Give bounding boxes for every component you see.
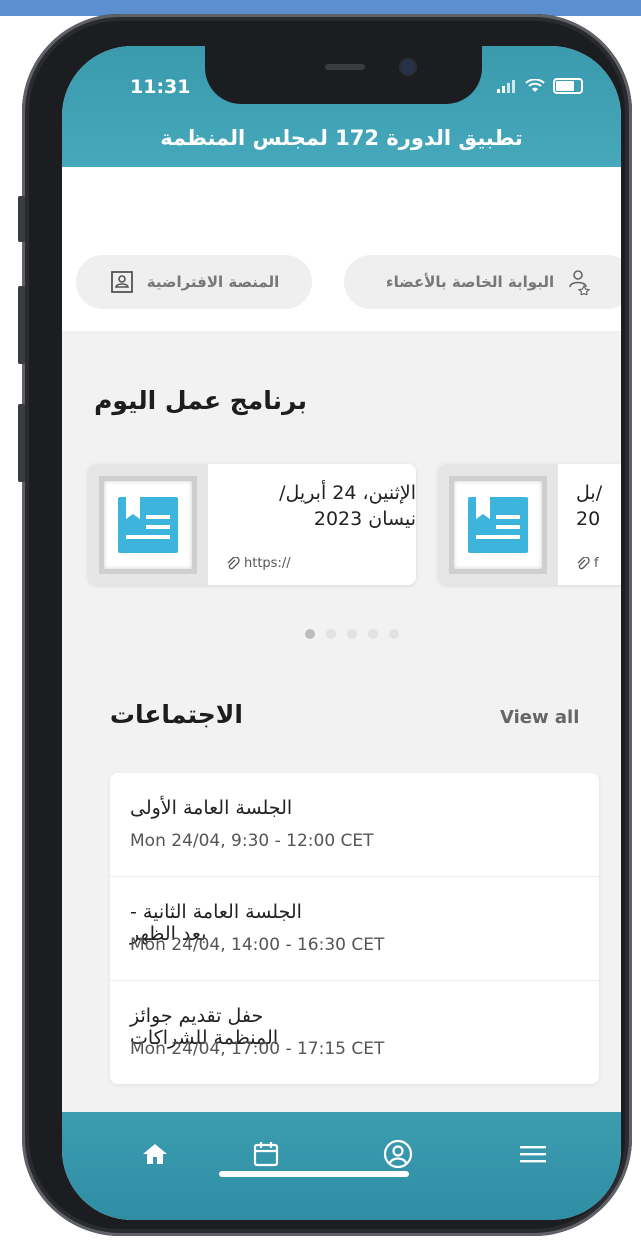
program-link-partial[interactable]: f: [576, 556, 599, 571]
volume-up-button: [18, 286, 25, 364]
phone-frame: 11:31 تطبيق الدورة 172 لمجلس المنظمة الب…: [18, 14, 632, 1236]
phone-notch: [205, 46, 482, 104]
carousel-pager: [305, 629, 399, 639]
meeting-item[interactable]: الجلسة العامة الثانية - بعد الظهر Mon 24…: [110, 877, 599, 981]
program-card[interactable]: الإثنين، 24 أبريل/ نيسان 2023 https://: [88, 464, 416, 585]
pager-dot[interactable]: [326, 629, 336, 639]
bottom-nav: [62, 1112, 621, 1220]
menu-icon: [520, 1146, 546, 1163]
pager-dot[interactable]: [347, 629, 357, 639]
meetings-list: الجلسة العامة الأولى Mon 24/04, 9:30 - 1…: [110, 773, 599, 1084]
status-icons: [497, 78, 583, 94]
pager-dot[interactable]: [305, 629, 315, 639]
program-link-text: https://: [244, 556, 291, 571]
program-card-partial[interactable]: بل/ 20 f: [438, 464, 621, 585]
home-indicator[interactable]: [219, 1171, 409, 1177]
id-card-icon: [110, 271, 133, 293]
nav-menu[interactable]: [513, 1134, 553, 1174]
pager-dot[interactable]: [368, 629, 378, 639]
signal-icon: [497, 80, 515, 93]
home-icon: [143, 1144, 167, 1164]
status-time: 11:31: [130, 76, 191, 98]
meeting-item[interactable]: حفل تقديم جوائز المنظمة للشراكات Mon 24/…: [110, 981, 599, 1084]
members-icon: [569, 270, 591, 295]
nav-profile[interactable]: [378, 1134, 418, 1174]
volume-down-button: [18, 404, 25, 482]
speaker-grille: [325, 64, 365, 70]
program-thumbnail: [88, 464, 208, 585]
paperclip-icon: [227, 556, 240, 569]
program-link[interactable]: https://: [226, 556, 291, 571]
phone-screen: 11:31 تطبيق الدورة 172 لمجلس المنظمة الب…: [62, 46, 621, 1220]
app-title: تطبيق الدورة 172 لمجلس المنظمة: [160, 126, 523, 150]
wifi-icon: [525, 79, 545, 92]
nav-calendar[interactable]: [246, 1134, 286, 1174]
program-thumbnail: [438, 464, 558, 585]
daily-program-title: برنامج عمل اليوم: [94, 386, 307, 415]
front-camera: [401, 60, 415, 74]
pager-dot[interactable]: [389, 629, 399, 639]
virtual-platform-button[interactable]: المنصة الافتراضية: [76, 255, 312, 309]
calendar-icon: [253, 1142, 279, 1167]
document-icon: [468, 496, 528, 553]
members-portal-button[interactable]: البوابة الخاصة بالأعضاء: [344, 255, 621, 309]
battery-icon: [553, 78, 583, 94]
meeting-item[interactable]: الجلسة العامة الأولى Mon 24/04, 9:30 - 1…: [110, 773, 599, 877]
meetings-title: الاجتماعات: [109, 700, 243, 729]
nav-home[interactable]: [135, 1134, 175, 1174]
meeting-time: Mon 24/04, 14:00 - 16:30 CET: [130, 935, 385, 955]
meeting-time: Mon 24/04, 17:00 - 17:15 CET: [130, 1039, 385, 1059]
meeting-title: الجلسة العامة الأولى: [130, 797, 293, 819]
paperclip-icon: [577, 556, 590, 569]
members-portal-label: البوابة الخاصة بالأعضاء: [385, 273, 555, 291]
program-date-partial: بل/ 20: [576, 482, 603, 530]
document-icon: [118, 496, 178, 553]
virtual-platform-label: المنصة الافتراضية: [146, 273, 280, 291]
mute-switch: [18, 196, 25, 242]
profile-icon: [383, 1139, 413, 1169]
meeting-time: Mon 24/04, 9:30 - 12:00 CET: [130, 831, 374, 851]
view-all-link[interactable]: View all: [500, 707, 579, 728]
program-date: الإثنين، 24 أبريل/ نيسان 2023: [279, 482, 416, 530]
